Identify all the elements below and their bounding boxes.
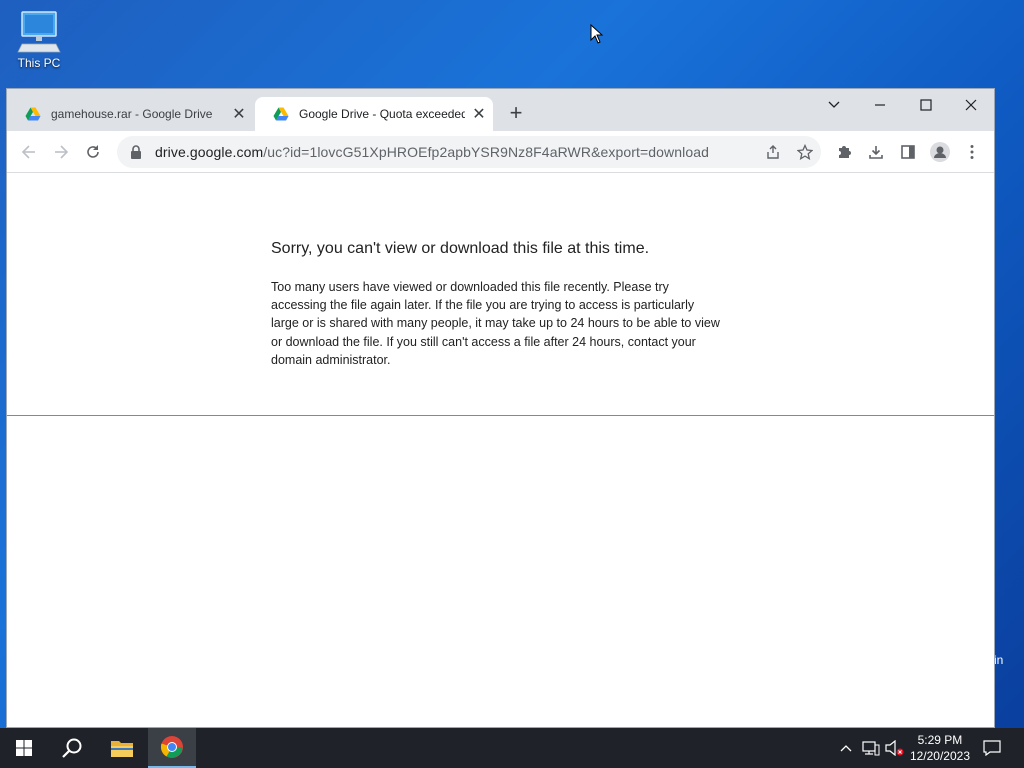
action-center-button[interactable] [978, 728, 1006, 768]
error-message: Sorry, you can't view or download this f… [271, 240, 721, 369]
forward-arrow-icon [55, 145, 69, 159]
notification-icon [983, 740, 1001, 756]
clock-date: 12/20/2023 [909, 749, 970, 763]
extensions-button[interactable] [830, 138, 858, 166]
google-drive-icon [25, 107, 41, 121]
share-icon[interactable] [757, 144, 789, 160]
tab-search-button[interactable] [811, 91, 857, 119]
tab-quota-exceeded[interactable]: Google Drive - Quota exceeded ✕ [255, 97, 493, 131]
search-icon [62, 738, 82, 758]
page-content: Sorry, you can't view or download this f… [7, 174, 994, 727]
clock-time: 5:29 PM [917, 733, 963, 747]
start-button[interactable] [0, 728, 48, 768]
minimize-icon [875, 104, 885, 106]
close-window-button[interactable] [948, 91, 994, 119]
close-icon [965, 99, 977, 111]
show-hidden-icons-button[interactable] [836, 728, 856, 768]
url-host: drive.google.com [155, 144, 264, 160]
this-pc-label: This PC [17, 56, 61, 70]
tab-close-icon[interactable]: ✕ [465, 104, 493, 124]
chevron-down-icon [828, 101, 840, 108]
downloads-button[interactable] [862, 138, 890, 166]
url-text: drive.google.com/uc?id=1lovcG51XpHROEfp2… [155, 144, 757, 160]
bookmark-star-icon[interactable] [789, 144, 821, 160]
maximize-button[interactable] [903, 91, 949, 119]
chrome-icon [160, 736, 183, 758]
new-tab-button[interactable]: + [503, 101, 529, 127]
folder-icon [111, 741, 133, 757]
network-button[interactable] [860, 728, 882, 768]
windows-logo-icon [16, 740, 32, 756]
puzzle-icon [839, 146, 851, 158]
error-body: Too many users have viewed or downloaded… [271, 280, 720, 367]
back-arrow-icon [21, 145, 35, 159]
network-icon [862, 741, 880, 756]
file-explorer-button[interactable] [98, 728, 146, 768]
taskbar: 5:29 PM 12/20/2023 [0, 728, 1024, 768]
download-icon [869, 146, 883, 159]
chrome-taskbar-button[interactable] [148, 728, 196, 768]
maximize-icon [920, 99, 932, 111]
back-button[interactable] [15, 138, 43, 166]
menu-button[interactable] [958, 138, 986, 166]
forward-button[interactable] [47, 138, 75, 166]
system-clock[interactable]: 5:29 PM 12/20/2023 [910, 732, 970, 764]
address-bar[interactable]: drive.google.com/uc?id=1lovcG51XpHROEfp2… [117, 136, 821, 168]
url-path: /uc?id=1lovcG51XpHROEfp2apbYSR9Nz8F4aRWR… [263, 144, 710, 160]
avatar-icon [930, 142, 950, 162]
browser-window: gamehouse.rar - Google Drive ✕ Google Dr… [6, 88, 995, 728]
search-button[interactable] [48, 728, 96, 768]
more-vert-icon [970, 145, 974, 159]
reload-icon [87, 145, 99, 158]
lock-icon [131, 145, 141, 159]
side-panel-button[interactable] [894, 138, 922, 166]
minimize-button[interactable] [857, 91, 903, 119]
computer-icon [17, 11, 61, 53]
divider [7, 415, 994, 416]
chevron-up-icon [840, 745, 852, 752]
profile-button[interactable] [926, 138, 954, 166]
volume-muted-icon [885, 740, 904, 756]
tab-gamehouse[interactable]: gamehouse.rar - Google Drive ✕ [7, 97, 253, 131]
error-heading: Sorry, you can't view or download this f… [271, 240, 650, 257]
tab-title: gamehouse.rar - Google Drive [51, 107, 213, 121]
browser-toolbar: drive.google.com/uc?id=1lovcG51XpHROEfp2… [7, 131, 994, 173]
tab-close-icon[interactable]: ✕ [225, 104, 253, 124]
reload-button[interactable] [79, 138, 107, 166]
google-drive-icon [273, 107, 289, 121]
tab-strip: gamehouse.rar - Google Drive ✕ Google Dr… [7, 89, 994, 131]
desktop-edge-text: in [994, 653, 1004, 667]
this-pc-desktop-icon[interactable]: This PC [14, 10, 64, 70]
mouse-cursor-icon [590, 24, 604, 44]
tab-title: Google Drive - Quota exceeded [299, 107, 465, 121]
volume-button[interactable] [884, 728, 906, 768]
side-panel-icon [901, 145, 915, 159]
